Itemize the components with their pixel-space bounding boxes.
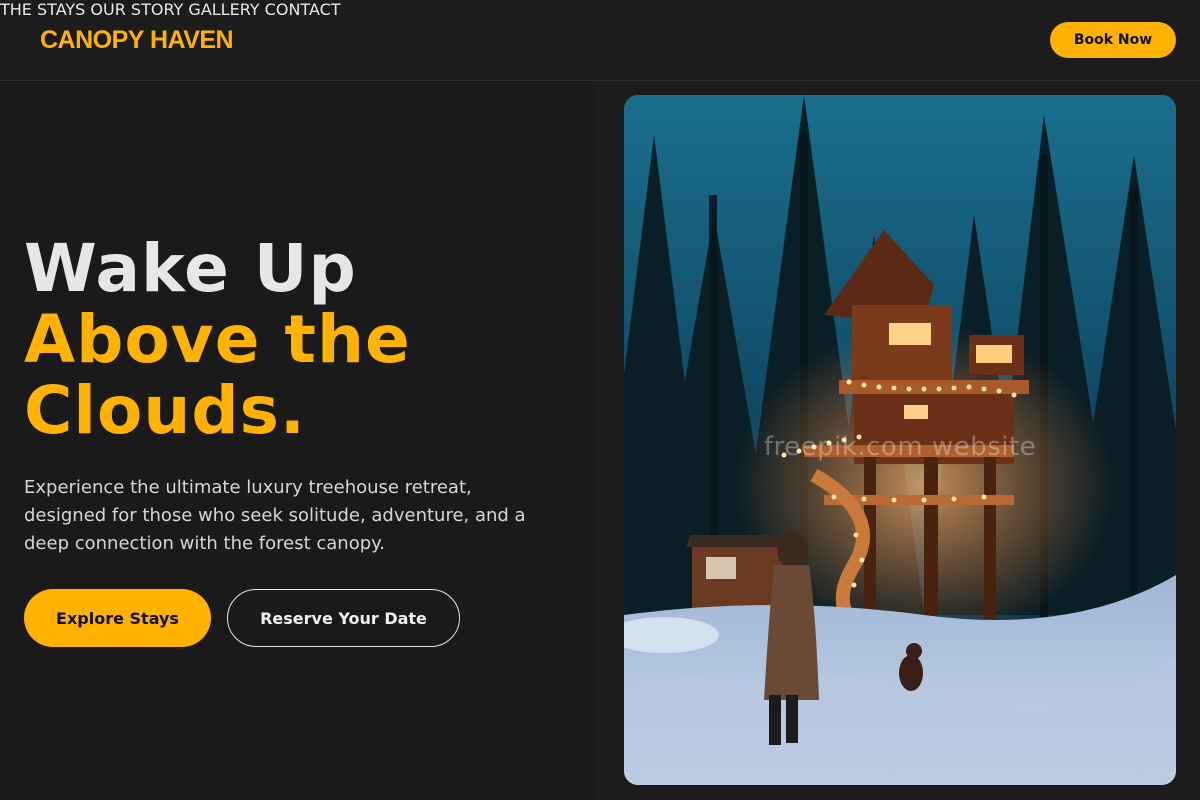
headline-line-2: Above the (24, 301, 411, 378)
hero-image: freepik.com website (624, 95, 1176, 785)
nav-our-story[interactable]: OUR STORY (90, 0, 183, 19)
reserve-date-button[interactable]: Reserve Your Date (227, 589, 460, 647)
logo[interactable]: CANOPY HAVEN (40, 26, 234, 55)
hero-description: Experience the ultimate luxury treehouse… (24, 477, 526, 554)
nav-the-stays[interactable]: THE STAYS (0, 0, 85, 19)
explore-stays-button[interactable]: Explore Stays (24, 589, 211, 647)
hero-headline: Wake Up Above the Clouds. (24, 233, 411, 446)
headline-line-1: Wake Up (24, 230, 357, 307)
main-nav: THE STAYS OUR STORY GALLERY CONTACT (0, 0, 1200, 19)
book-now-button[interactable]: Book Now (1050, 22, 1176, 58)
headline-line-3: Clouds. (24, 372, 306, 449)
treehouse-photo: freepik.com website (624, 95, 1176, 785)
site-header: CANOPY HAVEN THE STAYS OUR STORY GALLERY… (0, 0, 1200, 81)
watermark-text: freepik.com website (764, 432, 1036, 462)
nav-gallery[interactable]: GALLERY (188, 0, 259, 19)
nav-contact[interactable]: CONTACT (265, 0, 341, 19)
